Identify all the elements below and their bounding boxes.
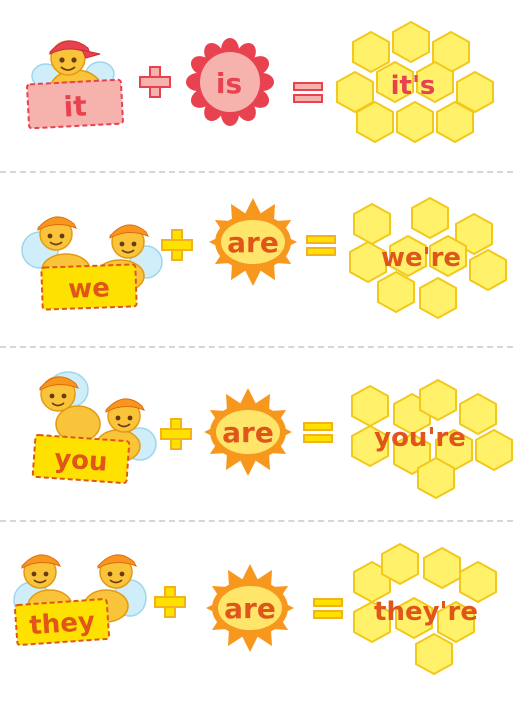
plus-icon bbox=[160, 418, 192, 450]
contraction-label: you're bbox=[374, 423, 466, 453]
equation-row-2-graphic: we are we're bbox=[21, 196, 507, 320]
equals-icon bbox=[313, 598, 343, 619]
equation-row-3-graphic: you are you're bbox=[31, 371, 513, 500]
equation-row-1-graphic: it is it's bbox=[26, 20, 494, 144]
pronoun-label: we bbox=[68, 273, 111, 304]
equation-row-1: it is it's bbox=[0, 10, 513, 182]
pronoun-label: it bbox=[63, 89, 88, 123]
row-divider bbox=[0, 346, 513, 348]
pronoun-label: you bbox=[53, 444, 108, 478]
equals-icon bbox=[306, 235, 336, 256]
equation-row-4-graphic: they are they're bbox=[13, 542, 497, 676]
contraction-label: they're bbox=[374, 597, 478, 627]
row-divider bbox=[0, 171, 513, 173]
plus-icon bbox=[139, 66, 171, 98]
row-divider bbox=[0, 520, 513, 522]
contraction-label: we're bbox=[381, 243, 461, 273]
plus-icon bbox=[154, 586, 186, 618]
verb-label: is bbox=[216, 67, 242, 100]
equals-icon bbox=[293, 82, 323, 103]
plus-icon bbox=[161, 229, 193, 261]
verb-label: are bbox=[224, 592, 276, 625]
contraction-label: it's bbox=[391, 71, 436, 101]
pronoun-label: they bbox=[28, 607, 96, 642]
verb-label: are bbox=[227, 226, 279, 259]
equation-row-3: you are you're bbox=[0, 360, 513, 532]
equals-icon bbox=[303, 422, 333, 443]
equation-row-4: they are they're bbox=[0, 532, 513, 704]
verb-label: are bbox=[222, 416, 274, 449]
equation-row-2: we are we're bbox=[0, 190, 513, 362]
